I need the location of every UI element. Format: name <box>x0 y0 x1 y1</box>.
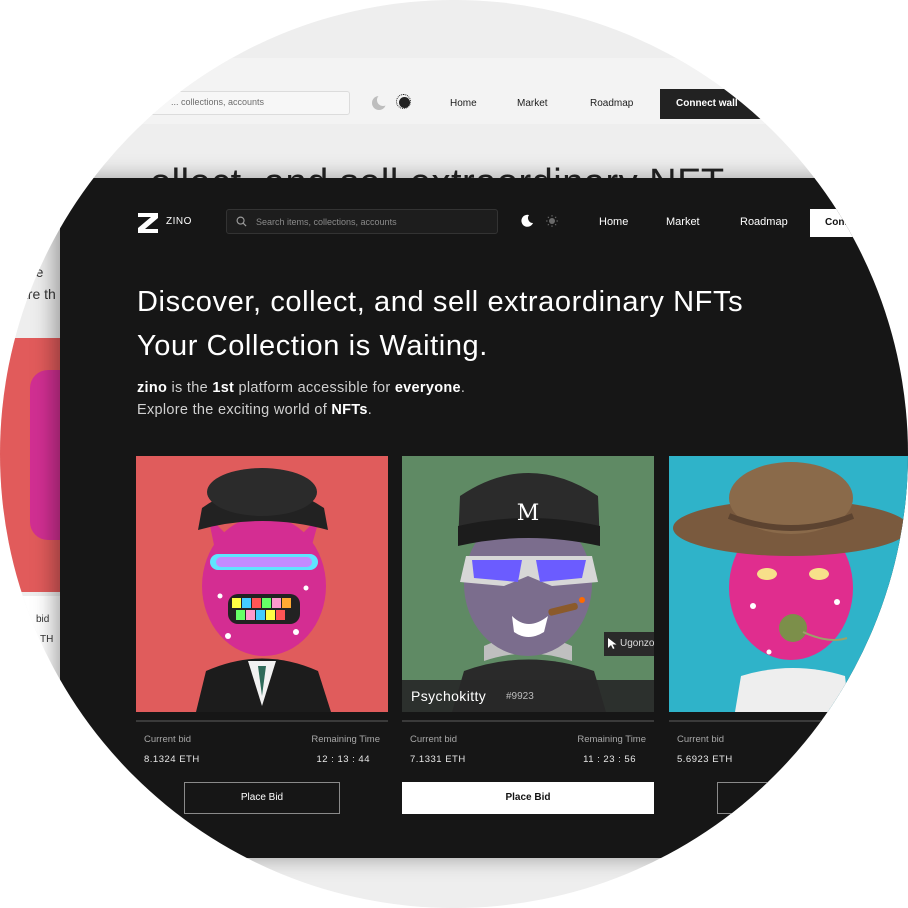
card-2-time-value: 11 : 23 : 56 <box>583 754 636 765</box>
cursor-icon <box>608 638 617 649</box>
sub2-em-nfts: NFTs <box>331 402 368 418</box>
hero-title-line1: Discover, collect, and sell extraordinar… <box>137 286 744 318</box>
light-moon-icon[interactable] <box>372 94 389 110</box>
light-left-bid-value: TH <box>40 634 54 645</box>
zino-logo-icon[interactable] <box>136 211 160 235</box>
card-2-number: #9923 <box>506 691 534 702</box>
card-1-place-bid-button[interactable]: Place Bid <box>184 782 340 814</box>
card-3-place-bid-button[interactable] <box>717 782 873 814</box>
sub1-text-b: platform accessible for <box>234 380 395 396</box>
light-left-bid-label: bid <box>36 614 50 625</box>
sub2-text-a: Explore the exciting world of <box>137 402 332 418</box>
sub2-text-b: . <box>367 402 373 418</box>
card-2-divider <box>402 720 654 722</box>
card-3-divider <box>669 720 908 722</box>
light-nav-home[interactable]: Home <box>450 98 477 109</box>
light-nav-market[interactable]: Market <box>517 98 548 109</box>
card-1-divider <box>136 720 388 722</box>
sun-icon[interactable] <box>546 215 558 227</box>
card-1-time-label: Remaining Time <box>311 734 380 745</box>
hero-subtitle-line2: Explore the exciting world of NFTs. <box>137 402 372 418</box>
card-2-bid-label: Current bid <box>410 734 457 745</box>
sub1-em-1st: 1st <box>212 380 235 396</box>
card-2-name: Psychokitty <box>411 688 487 704</box>
screenshot-viewport: ... collections, accounts Home Market Ro… <box>0 0 908 908</box>
card-1-bid-value: 8.1324 ETH <box>144 754 200 765</box>
card-1-time-value: 12 : 13 : 44 <box>316 754 370 765</box>
dark-screen: ZINO Home Market Roadmap Connect Discove… <box>60 178 908 858</box>
logo-text[interactable]: ZINO <box>166 216 192 227</box>
cat-in-sombrero-illustration <box>673 462 908 712</box>
light-connect-wallet-button[interactable]: Connect wall <box>660 89 908 119</box>
cat-in-cap-illustration <box>196 468 331 712</box>
nav-home[interactable]: Home <box>599 216 628 228</box>
moon-icon[interactable] <box>520 214 534 228</box>
svg-text:M: M <box>517 501 540 526</box>
card-3-bid-value: 5.6923 ETH <box>677 754 733 765</box>
psychokitty-illustration: M <box>452 473 606 712</box>
card-3-bid-label: Current bid <box>677 734 724 745</box>
card-2-place-bid-button[interactable]: Place Bid <box>402 782 654 814</box>
card-2-name-bar: Psychokitty #9923 <box>402 680 654 712</box>
search-input[interactable] <box>254 212 488 232</box>
search-icon <box>236 216 247 227</box>
light-nav-roadmap[interactable]: Roadmap <box>590 98 633 109</box>
light-left-card <box>0 338 64 592</box>
card-1-bid-label: Current bid <box>144 734 191 745</box>
nft-card-3-image[interactable] <box>669 456 908 712</box>
light-navbar: ... collections, accounts Home Market Ro… <box>0 58 908 124</box>
nft-card-1-image[interactable] <box>136 456 388 712</box>
light-sun-icon[interactable] <box>396 94 411 109</box>
sub1-em-everyone: everyone <box>394 380 461 396</box>
nav-market[interactable]: Market <box>666 216 700 228</box>
light-left-card-info: bid TH <box>0 596 64 684</box>
light-left-text-2: are th <box>20 286 56 302</box>
nav-roadmap[interactable]: Roadmap <box>740 216 788 228</box>
light-left-text-1: the <box>24 264 44 280</box>
light-left-card-art <box>30 370 64 540</box>
light-search-input[interactable]: ... collections, accounts <box>150 91 350 115</box>
artist-tooltip: Ugonzo Art <box>604 632 654 656</box>
hero-subtitle-line1: zino is the 1st platform accessible for … <box>137 380 465 396</box>
sub1-text-a: is the <box>167 380 213 396</box>
card-2-bid-value: 7.1331 ETH <box>410 754 466 765</box>
card-2-time-label: Remaining Time <box>577 734 646 745</box>
nft-card-2-image[interactable]: M Ugonzo Art Psychokitty #9923 <box>402 456 654 712</box>
light-search-placeholder: ... collections, accounts <box>171 97 265 107</box>
sub1-text-c: . <box>460 380 466 396</box>
search-box[interactable] <box>226 209 498 234</box>
hero-title-line2: Your Collection is Waiting. <box>137 330 488 362</box>
connect-wallet-button[interactable]: Connect <box>810 209 908 237</box>
artist-name: Ugonzo Art <box>620 638 654 649</box>
brand-name: zino <box>137 380 168 396</box>
